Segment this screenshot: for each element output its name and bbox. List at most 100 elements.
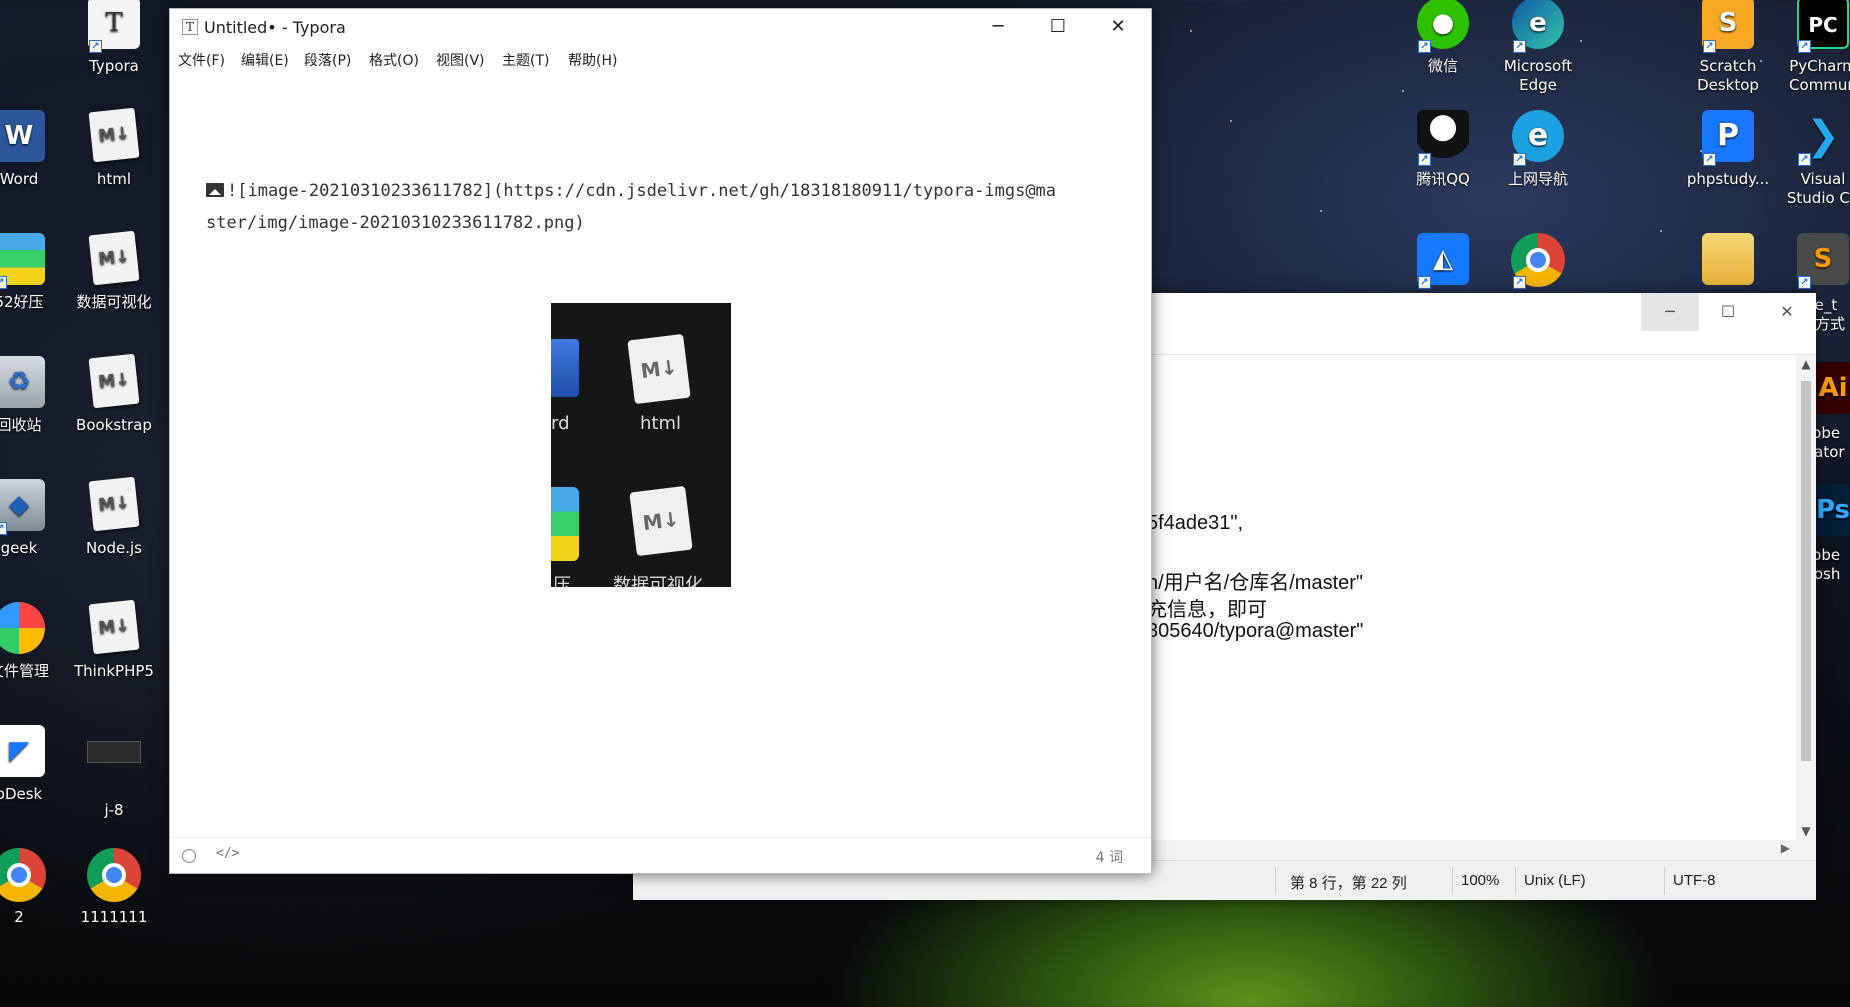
outline-toggle-icon[interactable]	[182, 849, 196, 863]
chrome-icon: ↗	[1511, 233, 1565, 289]
menu-edit[interactable]: 编辑(E)	[241, 50, 289, 70]
desktop-icon-chrome-1111111[interactable]: 1111111	[69, 848, 159, 927]
menu-paragraph[interactable]: 段落(P)	[304, 50, 351, 70]
markdown-file-icon: M↓	[87, 476, 141, 533]
vscode-icon: ❯ ↗	[1796, 110, 1850, 166]
desktop-icon-label: html	[96, 170, 132, 188]
word-thumbnail	[551, 339, 579, 397]
pycharm-icon: PC ↗	[1796, 0, 1850, 53]
markdown-line: ![image-20210310233611782](https://cdn.j…	[227, 181, 1057, 201]
desktop-icon-label: phpstudy...	[1686, 170, 1770, 188]
desktop-icon-geek[interactable]: ◆ ↗ geek	[0, 479, 64, 558]
menu-view[interactable]: 视图(V)	[436, 50, 485, 70]
scroll-up-icon[interactable]: ▲	[1796, 357, 1816, 371]
desktop-icon-recycle-bin[interactable]: ♻ 回收站	[0, 356, 64, 435]
markdown-line: ster/img/image-20210310233611782.png)	[206, 213, 585, 233]
scratch-icon: S ↗	[1701, 0, 1755, 53]
markdown-file-icon: M↓	[87, 599, 141, 656]
desktop-icon-label: ThinkPHP5	[74, 662, 154, 680]
vertical-scrollbar[interactable]: ▲ ▼	[1796, 355, 1816, 840]
desktop-icon-folder[interactable]	[1683, 233, 1773, 293]
markdown-file-icon: M↓	[87, 230, 141, 287]
menu-format[interactable]: 格式(O)	[369, 50, 419, 70]
desktop-icon-label: j-8	[104, 801, 124, 819]
preview-label: 压	[553, 575, 571, 587]
desktop-icon-label: 文件管理	[0, 662, 49, 680]
desktop-icon-label: 52好压	[0, 293, 44, 311]
desktop-icon-zip[interactable]: ↗ 52好压	[0, 233, 64, 312]
phpstudy-icon: P ↗	[1701, 110, 1755, 166]
chrome-icon	[0, 848, 46, 902]
desktop-icon-label: geek	[0, 539, 38, 557]
desktop-icon-pycharm[interactable]: PC↗ PyCharm Commun	[1778, 0, 1850, 95]
close-button[interactable]: ✕	[1758, 293, 1816, 331]
typora-icon: T ↗	[87, 0, 141, 53]
desktop-icon-chrome-3[interactable]: ↗	[1493, 233, 1583, 293]
desktop-icon-wechat[interactable]: ● ↗ 微信	[1398, 0, 1488, 76]
minimize-button[interactable]: ─	[969, 9, 1027, 45]
desktop-icon-phpstudy[interactable]: P ↗ phpstudy...	[1683, 110, 1773, 189]
source-code-mode-icon[interactable]: </>	[216, 846, 239, 861]
scroll-down-icon[interactable]: ▼	[1796, 824, 1816, 838]
desktop-icon-vscode[interactable]: ❯↗ Visual Studio Co	[1778, 110, 1850, 208]
desktop-icon-file-manager[interactable]: 文件管理	[0, 602, 64, 681]
desktop-icon-nodejs[interactable]: M↓ Node.js	[69, 476, 159, 558]
photoshop-icon: Ps	[1813, 484, 1850, 536]
edge-icon: e ↗	[1511, 0, 1565, 53]
desktop-icon-label: 腾讯QQ	[1416, 170, 1470, 188]
desktop-icon-j8[interactable]: j-8	[69, 725, 159, 820]
menu-theme[interactable]: 主题(T)	[502, 50, 549, 70]
scrollbar-thumb[interactable]	[1801, 381, 1811, 761]
desktop-icon-label: PyCharm Commun	[1789, 57, 1850, 94]
zip-thumbnail	[551, 487, 579, 561]
menu-help[interactable]: 帮助(H)	[568, 50, 617, 70]
typora-titlebar[interactable]: T Untitled• - Typora ─ ☐ ✕	[170, 9, 1151, 45]
word-count[interactable]: 4 词	[1096, 847, 1123, 867]
zip-icon: ↗	[0, 233, 46, 289]
wechat-icon: ● ↗	[1416, 0, 1470, 53]
word-icon: W	[0, 110, 46, 164]
desktop-icon-todesk[interactable]: ◤ oDesk	[0, 725, 64, 804]
desktop-icon-scratch[interactable]: S ↗ Scratch Desktop	[1683, 0, 1773, 95]
desktop-icon-thinkphp5[interactable]: M↓ ThinkPHP5	[69, 599, 159, 681]
image-preview[interactable]: rd M↓ html 压 M↓ 数据可视化	[551, 303, 731, 587]
desktop-icon-edge[interactable]: e ↗ Microsoft Edge	[1493, 0, 1583, 95]
desktop-icon-ie[interactable]: e ↗ 上网导航	[1493, 110, 1583, 189]
desktop-icon-bookstrap[interactable]: M↓ Bookstrap	[69, 353, 159, 435]
typora-status-bar: </> 4 词	[170, 837, 1151, 873]
minimize-button[interactable]: ─	[1641, 293, 1699, 331]
desktop-icon-feishu[interactable]: ◭ ↗	[1398, 233, 1488, 293]
editor-line: 充信息，即可	[1147, 599, 1267, 621]
desktop-icon-chrome-2[interactable]: 2	[0, 848, 64, 927]
feishu-icon: ◭ ↗	[1416, 233, 1470, 289]
desktop-icon-qq[interactable]: ↗ 腾讯QQ	[1398, 110, 1488, 189]
close-button[interactable]: ✕	[1089, 9, 1147, 45]
desktop-icon-label: 数据可视化	[76, 293, 152, 311]
desktop-icon-label: oDesk	[0, 785, 43, 803]
illustrator-icon: Ai	[1813, 362, 1850, 414]
maximize-button[interactable]: ☐	[1699, 293, 1757, 331]
markdown-file-icon: M↓	[87, 107, 141, 164]
image-icon	[206, 183, 224, 197]
markdown-file-icon: M↓	[627, 333, 691, 405]
menu-file[interactable]: 文件(F)	[178, 50, 225, 70]
editor-line: 5f4ade31",	[1147, 512, 1244, 534]
markdown-file-icon: M↓	[629, 485, 693, 557]
preview-label: 数据可视化	[613, 575, 703, 587]
markdown-file-icon: M↓	[87, 353, 141, 410]
desktop-icon-viz[interactable]: M↓ 数据可视化	[69, 230, 159, 312]
preview-label: rd	[551, 413, 570, 434]
desktop-icon-label: Word	[0, 170, 39, 188]
typora-editor-area[interactable]: ![image-20210310233611782](https://cdn.j…	[170, 75, 1151, 837]
desktop-icon-word[interactable]: W Word	[0, 110, 64, 189]
line-ending: Unix (LF)	[1524, 872, 1586, 889]
maximize-button[interactable]: ☐	[1029, 9, 1087, 45]
desktop-icon-label: Node.js	[86, 539, 142, 557]
markdown-image-source[interactable]: ![image-20210310233611782](https://cdn.j…	[206, 175, 1106, 239]
desktop-icon-html[interactable]: M↓ html	[69, 107, 159, 189]
desktop-icon-typora[interactable]: T ↗ Typora	[69, 0, 159, 76]
scroll-right-icon[interactable]: ▶	[1781, 841, 1790, 855]
typora-window[interactable]: T Untitled• - Typora ─ ☐ ✕ 文件(F) 编辑(E) 段…	[169, 8, 1152, 874]
desktop-icon-sublime[interactable]: S ↗	[1778, 233, 1850, 293]
geek-icon: ◆ ↗	[0, 479, 46, 535]
